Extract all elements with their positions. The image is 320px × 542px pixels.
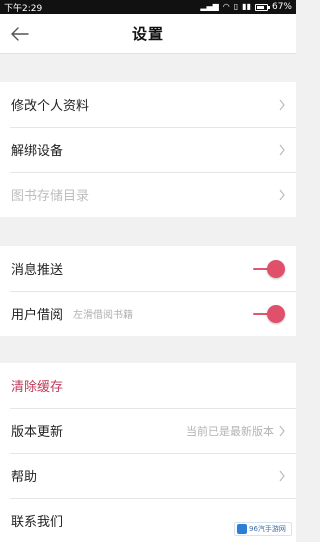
- battery-level: [256, 5, 265, 9]
- chevron-right-icon: [279, 144, 285, 155]
- borrow-row: 用户借阅 左滑借阅书籍: [0, 291, 296, 336]
- push-toggle[interactable]: [251, 259, 285, 278]
- unbind-device-label: 解绑设备: [11, 144, 64, 159]
- other-section: 清除缓存 版本更新 当前已是最新版本 帮助 联系我们: [0, 363, 296, 542]
- update-row[interactable]: 版本更新 当前已是最新版本: [0, 408, 296, 453]
- watermark-text: 96汽手游网: [249, 525, 286, 533]
- push-row: 消息推送: [0, 246, 296, 291]
- unbind-device-row[interactable]: 解绑设备: [0, 127, 296, 172]
- clear-cache-row[interactable]: 清除缓存: [0, 363, 296, 408]
- borrow-hint: 左滑借阅书籍: [73, 310, 134, 321]
- edit-profile-label: 修改个人资料: [11, 99, 90, 114]
- wifi-icon: ◠: [222, 2, 230, 11]
- book-storage-label: 图书存储目录: [11, 189, 90, 204]
- help-row[interactable]: 帮助: [0, 453, 296, 498]
- clear-cache-label: 清除缓存: [11, 380, 64, 395]
- update-status: 当前已是最新版本: [186, 424, 274, 438]
- toggle-knob: [267, 304, 285, 323]
- book-storage-row[interactable]: 图书存储目录: [0, 172, 296, 217]
- signal-icon: ▂▄▆: [200, 2, 219, 11]
- status-icons: ▂▄▆ ◠ ▯ ▮▮ 67%: [200, 2, 292, 12]
- notification-section: 消息推送 用户借阅 左滑借阅书籍: [0, 246, 296, 336]
- sim-icon: ▯: [233, 2, 239, 11]
- chevron-right-icon: [279, 189, 285, 200]
- push-label: 消息推送: [11, 263, 64, 278]
- header: 设置: [0, 14, 296, 54]
- update-label: 版本更新: [11, 425, 64, 440]
- borrow-label: 用户借阅: [11, 308, 64, 323]
- page-title: 设置: [131, 25, 164, 43]
- back-button[interactable]: [8, 22, 32, 46]
- battery-icon: [254, 3, 270, 11]
- account-section: 修改个人资料 解绑设备 图书存储目录: [0, 82, 296, 217]
- borrow-toggle[interactable]: [251, 304, 285, 323]
- help-label: 帮助: [11, 470, 38, 485]
- watermark-logo-icon: [237, 524, 247, 534]
- edit-profile-row[interactable]: 修改个人资料: [0, 82, 296, 127]
- contact-label: 联系我们: [11, 515, 64, 530]
- battery-percent: 67%: [271, 2, 292, 12]
- status-bar: 下午2:29 ▂▄▆ ◠ ▯ ▮▮ 67%: [0, 0, 296, 14]
- chevron-right-icon: [279, 99, 285, 110]
- toggle-knob: [267, 259, 285, 278]
- signal-bars-icon: ▮▮: [242, 2, 251, 11]
- back-arrow-icon: [11, 27, 29, 41]
- site-watermark: 96汽手游网: [234, 522, 292, 536]
- chevron-right-icon: [279, 425, 285, 436]
- status-time: 下午2:29: [4, 3, 43, 14]
- chevron-right-icon: [279, 470, 285, 481]
